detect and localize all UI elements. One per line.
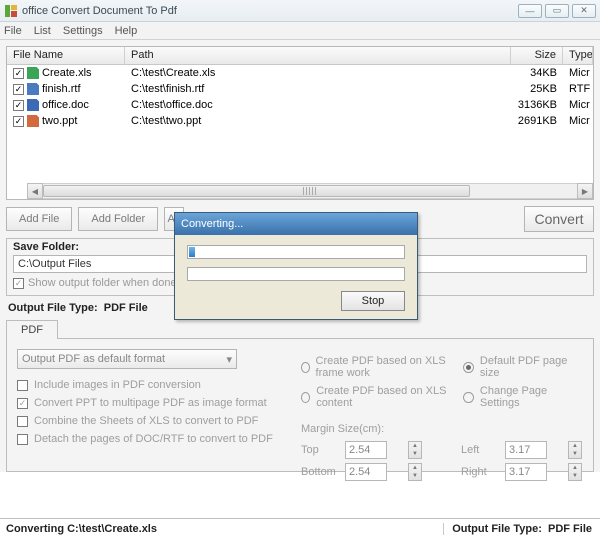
show-output-label: Show output folder when done (28, 277, 177, 289)
lbl-xls-frame: Create PDF based on XLS frame work (316, 355, 452, 379)
row-checkbox[interactable]: ✓ (13, 68, 24, 79)
status-right: Output File Type: PDF File (444, 523, 600, 535)
radio-change-page[interactable] (463, 392, 473, 403)
scroll-right-icon[interactable]: ▶ (577, 183, 593, 199)
lbl-default-size: Default PDF page size (480, 355, 583, 379)
menu-list[interactable]: List (34, 25, 51, 37)
radio-default-size[interactable] (463, 362, 473, 373)
file-path: C:\test\two.ppt (125, 115, 511, 127)
chk-include-images[interactable] (17, 380, 28, 391)
col-type[interactable]: Type (563, 47, 593, 64)
close-button[interactable]: ✕ (572, 4, 596, 18)
chevron-down-icon: ▾ (226, 353, 232, 366)
output-type-heading: Output File Type: PDF File (8, 302, 592, 314)
table-row[interactable]: ✓ Create.xls C:\test\Create.xls34KBMicr (7, 65, 593, 81)
save-folder-input[interactable] (13, 255, 587, 273)
margin-right-label: Right (461, 466, 501, 478)
file-type: RTF (563, 83, 593, 95)
col-size[interactable]: Size (511, 47, 563, 64)
row-checkbox[interactable]: ✓ (13, 100, 24, 111)
file-size: 34KB (511, 67, 563, 79)
margin-right-input[interactable] (505, 463, 547, 481)
file-doc-icon (27, 99, 39, 111)
file-path: C:\test\office.doc (125, 99, 511, 111)
margin-right-spinner[interactable]: ▲▼ (568, 463, 582, 481)
file-size: 2691KB (511, 115, 563, 127)
file-path: C:\test\finish.rtf (125, 83, 511, 95)
file-type: Micr (563, 115, 593, 127)
tab-pdf[interactable]: PDF (6, 320, 58, 339)
file-path: C:\test\Create.xls (125, 67, 511, 79)
margin-bottom-input[interactable] (345, 463, 387, 481)
margin-top-label: Top (301, 444, 341, 456)
file-ppt-icon (27, 115, 39, 127)
file-rtf-icon (27, 83, 39, 95)
horizontal-scrollbar[interactable]: ◀ ▶ (27, 183, 593, 199)
radio-xls-content[interactable] (301, 392, 310, 403)
lbl-combine-xls: Combine the Sheets of XLS to convert to … (34, 415, 258, 427)
file-name: two.ppt (42, 115, 77, 127)
statusbar: Converting C:\test\Create.xls Output Fil… (0, 518, 600, 538)
radio-xls-frame[interactable] (301, 362, 310, 373)
file-xls-icon (27, 67, 39, 79)
file-type: Micr (563, 99, 593, 111)
menu-help[interactable]: Help (115, 25, 138, 37)
window-title: office Convert Document To Pdf (22, 5, 518, 17)
menu-settings[interactable]: Settings (63, 25, 103, 37)
add-partial-button[interactable]: Ad (164, 207, 184, 231)
file-list: File Name Path Size Type ✓ Create.xls C:\t… (6, 46, 594, 200)
margin-bottom-label: Bottom (301, 466, 341, 478)
file-name: Create.xls (42, 67, 92, 79)
file-name: finish.rtf (42, 83, 81, 95)
minimize-button[interactable]: — (518, 4, 542, 18)
col-path[interactable]: Path (125, 47, 511, 64)
file-name: office.doc (42, 99, 89, 111)
table-row[interactable]: ✓ two.ppt C:\test\two.ppt2691KBMicr (7, 113, 593, 129)
titlebar: office Convert Document To Pdf — ▭ ✕ (0, 0, 600, 22)
margin-bottom-spinner[interactable]: ▲▼ (408, 463, 422, 481)
file-type: Micr (563, 67, 593, 79)
status-left: Converting C:\test\Create.xls (0, 523, 444, 535)
menu-file[interactable]: File (4, 25, 22, 37)
scroll-left-icon[interactable]: ◀ (27, 183, 43, 199)
lbl-change-page: Change Page Settings (480, 385, 583, 409)
chk-detach-doc[interactable] (17, 434, 28, 445)
table-row[interactable]: ✓ office.doc C:\test\office.doc3136KBMicr (7, 97, 593, 113)
app-icon (4, 4, 18, 18)
show-output-checkbox[interactable]: ✓ (13, 278, 24, 289)
margin-size-label: Margin Size(cm): (301, 423, 583, 435)
file-size: 3136KB (511, 99, 563, 111)
save-folder-group: Save Folder: ✓ Show output folder when d… (6, 238, 594, 296)
margin-left-input[interactable] (505, 441, 547, 459)
maximize-button[interactable]: ▭ (545, 4, 569, 18)
chk-combine-xls[interactable] (17, 416, 28, 427)
output-format-select[interactable]: Output PDF as default format▾ (17, 349, 237, 369)
lbl-detach-doc: Detach the pages of DOC/RTF to convert t… (34, 433, 273, 445)
row-checkbox[interactable]: ✓ (13, 84, 24, 95)
margin-left-label: Left (461, 444, 501, 456)
margin-left-spinner[interactable]: ▲▼ (568, 441, 582, 459)
convert-button[interactable]: Convert (524, 206, 594, 232)
save-folder-label: Save Folder: (13, 241, 587, 253)
col-filename[interactable]: File Name (7, 47, 125, 64)
add-folder-button[interactable]: Add Folder (78, 207, 158, 231)
margin-top-spinner[interactable]: ▲▼ (408, 441, 422, 459)
lbl-include-images: Include images in PDF conversion (34, 379, 201, 391)
scroll-thumb[interactable] (43, 185, 470, 197)
chk-ppt-multipage[interactable]: ✓ (17, 398, 28, 409)
margin-top-input[interactable] (345, 441, 387, 459)
lbl-ppt-multipage: Convert PPT to multipage PDF as image fo… (34, 397, 267, 409)
row-checkbox[interactable]: ✓ (13, 116, 24, 127)
add-file-button[interactable]: Add File (6, 207, 72, 231)
menubar: File List Settings Help (0, 22, 600, 40)
file-size: 25KB (511, 83, 563, 95)
table-row[interactable]: ✓ finish.rtf C:\test\finish.rtf25KBRTF (7, 81, 593, 97)
lbl-xls-content: Create PDF based on XLS content (316, 385, 451, 409)
